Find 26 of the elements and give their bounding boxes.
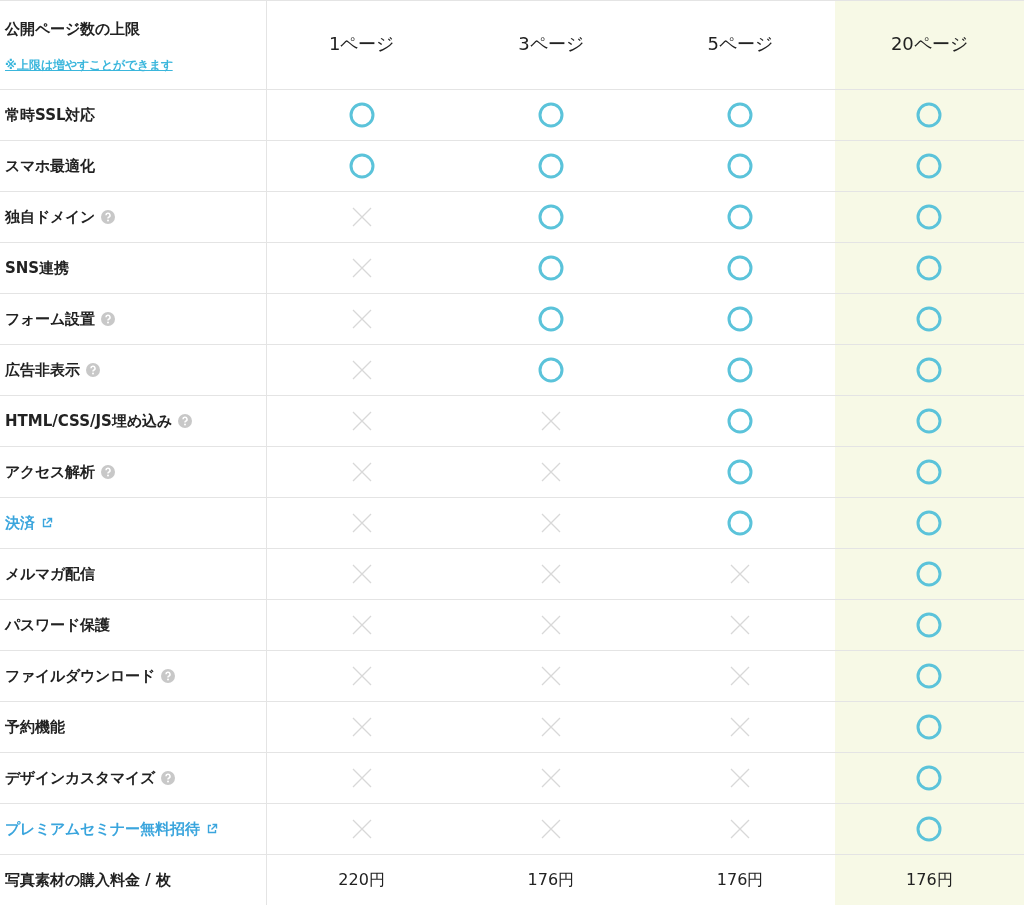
feature-label: 独自ドメイン [5,207,95,227]
note-link[interactable]: ※上限は増やすことができます [5,57,173,74]
feature-label: デザインカスタマイズ [5,768,155,788]
feature-label: フォーム設置 [5,309,95,329]
feature-label: 予約機能 [5,717,65,737]
feature-label: ファイルダウンロード [5,666,155,686]
price-value: 220円 [338,869,385,891]
plan-label: 5ページ [707,32,773,56]
feature-label: 広告非表示 [5,360,80,380]
feature-label: スマホ最適化 [5,156,95,176]
price-value: 176円 [716,869,764,891]
feature-label: SNS連携 [5,258,70,278]
feature-label: 写真素材の購入料金 / 枚 [5,870,171,890]
feature-label: アクセス解析 [5,462,95,482]
feature-link[interactable]: プレミアムセミナー無料招待 [5,819,200,839]
plan-label: 1ページ [328,32,395,56]
feature-label: 常時SSL対応 [5,105,96,125]
plan-label: 3ページ [518,32,584,56]
row-label: 公開ページ数の上限 [5,20,140,39]
feature-label: メルマガ配信 [5,564,95,584]
price-value: 176円 [527,869,575,891]
feature-label: HTML/CSS/JS埋め込み [5,411,172,431]
price-value: 176円 [906,869,953,891]
plan-label: 20ページ [890,32,968,56]
feature-label: パスワード保護 [5,615,110,635]
feature-link[interactable]: 決済 [5,513,35,533]
